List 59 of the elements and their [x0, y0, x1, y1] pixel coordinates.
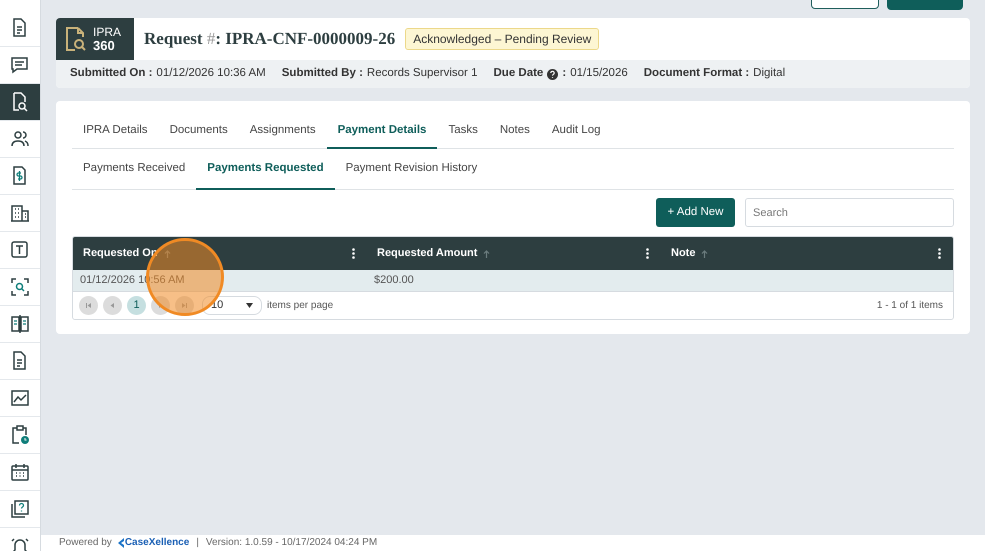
column-menu-icon[interactable] [646, 248, 649, 259]
field-label: Due Date [493, 66, 544, 82]
sort-arrow-icon[interactable] [483, 250, 490, 258]
sidebar-item[interactable] [0, 84, 40, 121]
request-title: Request #: IPRA-CNF-0000009-26 [144, 28, 396, 50]
clipboard-clock-icon [10, 425, 30, 445]
logo-text: IPRA [93, 26, 122, 39]
search-field[interactable]: Search [745, 198, 954, 227]
add-new-button[interactable]: + Add New [656, 198, 735, 227]
tab[interactable]: Audit Log [540, 115, 612, 149]
building-icon [10, 203, 30, 223]
status-badge: Acknowledged – Pending Review [405, 28, 600, 50]
field-label: Submitted By : [282, 66, 363, 82]
column-header[interactable]: Requested Amount [377, 245, 478, 262]
scan-icon [10, 277, 30, 297]
pager-summary: 1 - 1 of 1 items [876, 299, 944, 313]
tab[interactable]: Documents [158, 115, 239, 149]
version-text: Version: 1.0.59 - 10/17/2024 04:24 PM [206, 537, 378, 549]
chart-icon [10, 388, 30, 408]
previous-page-icon[interactable] [103, 296, 122, 315]
tab[interactable]: Payment Revision History [334, 149, 488, 190]
outline-button[interactable] [811, 0, 879, 9]
logo-number: 360 [93, 39, 116, 52]
column-header[interactable]: Note [671, 245, 696, 262]
tab[interactable]: Tasks [437, 115, 489, 149]
page-button[interactable]: 1 [127, 296, 146, 315]
help-icon[interactable] [547, 68, 558, 80]
book-icon [10, 314, 30, 334]
brand-logo-icon [116, 538, 124, 548]
calendar-icon [10, 462, 30, 482]
text-box-icon [10, 240, 30, 260]
sort-arrow-icon[interactable] [701, 250, 708, 258]
bell-icon [10, 536, 30, 551]
tab[interactable]: Assignments [238, 115, 327, 149]
field-label: Document Format : [644, 66, 750, 82]
table-cell-text: $200.00 [374, 273, 414, 288]
field-label: Submitted On : [70, 66, 152, 82]
tab[interactable]: IPRA Details [72, 115, 159, 149]
field-value: Records Supervisor 1 [366, 66, 478, 82]
tab[interactable]: Payments Requested [196, 149, 335, 190]
separator: | [195, 537, 200, 549]
field-label: : [562, 66, 566, 82]
field-value: Digital [753, 66, 786, 82]
tab[interactable]: Payments Received [72, 149, 196, 190]
first-page-icon[interactable] [79, 296, 98, 315]
column-menu-icon[interactable] [352, 248, 355, 259]
document-search-icon [63, 26, 87, 52]
help-icon [10, 499, 30, 519]
tab[interactable]: Notes [488, 115, 541, 149]
page-size-label: items per page [267, 299, 334, 313]
tab[interactable]: Payment Details [326, 115, 438, 149]
field-value: 01/15/2026 [570, 66, 628, 82]
column-menu-icon[interactable] [938, 248, 941, 259]
field-value: 01/12/2026 10:36 AM [156, 66, 266, 82]
footer-text: Powered by [59, 537, 112, 549]
brand-name: CaseXellence [124, 537, 190, 549]
users-icon [10, 129, 30, 149]
caret-icon [246, 303, 253, 308]
chat-icon [10, 55, 30, 75]
